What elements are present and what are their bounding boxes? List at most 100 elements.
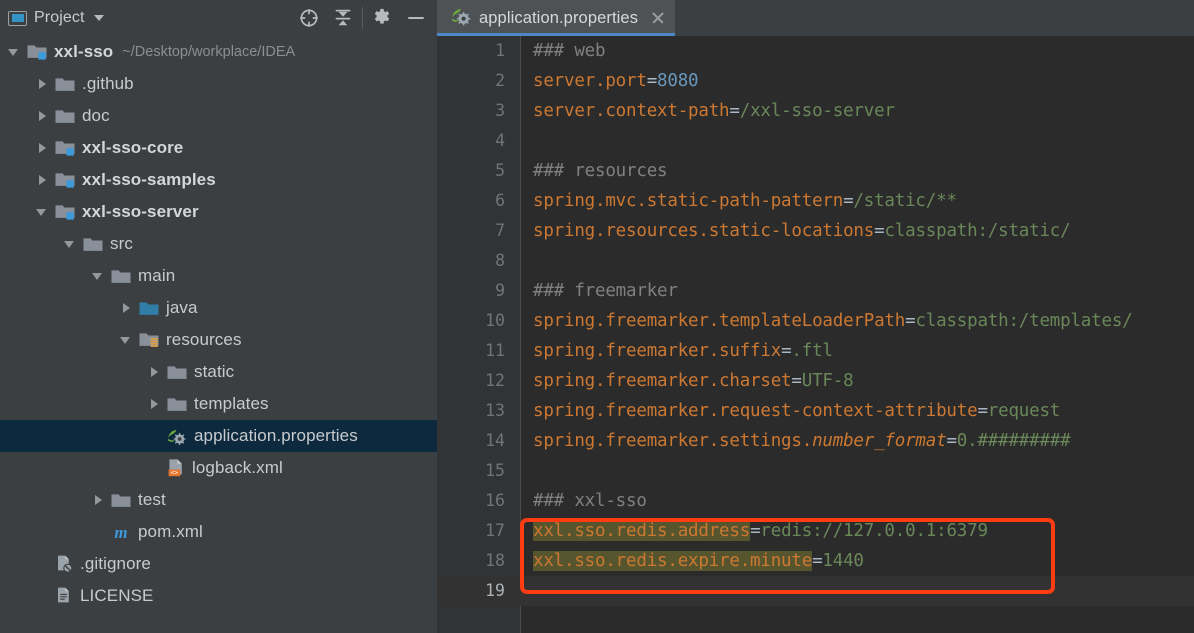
tree-row[interactable]: java xyxy=(0,292,437,324)
line-number: 17 xyxy=(485,521,505,540)
line-number: 15 xyxy=(485,461,505,480)
tree-row-selected[interactable]: application.properties xyxy=(0,420,437,452)
tree-item-label: resources xyxy=(166,330,242,349)
line-number: 9 xyxy=(495,281,505,300)
tree-row[interactable]: m pom.xml xyxy=(0,516,437,548)
project-tree[interactable]: xxl-sso ~/Desktop/workplace/IDEA .github do… xyxy=(0,36,437,633)
code-token: = xyxy=(977,401,988,421)
folder-icon xyxy=(82,235,104,253)
twisty-open-icon[interactable] xyxy=(36,206,49,219)
code-editor[interactable]: 1 ### web 2 server.port=8080 3 server.context… xyxy=(437,36,1194,633)
spring-properties-icon xyxy=(449,5,471,32)
editor-line[interactable]: 16 ### xxl-sso xyxy=(437,486,1194,516)
editor-line[interactable]: 8 xyxy=(437,246,1194,276)
twisty-open-icon[interactable] xyxy=(120,334,133,347)
editor-line[interactable]: 18 xxl.sso.redis.expire.minute=1440 xyxy=(437,546,1194,576)
tree-item-label: application.properties xyxy=(194,426,358,445)
editor-line[interactable]: 2 server.port=8080 xyxy=(437,66,1194,96)
editor-line[interactable]: 5 ### resources xyxy=(437,156,1194,186)
twisty-closed-icon[interactable] xyxy=(36,78,49,91)
twisty-closed-icon[interactable] xyxy=(36,142,49,155)
tree-item-label: LICENSE xyxy=(80,586,154,605)
code-token: .ftl xyxy=(791,341,833,361)
line-number: 4 xyxy=(495,131,505,150)
twisty-closed-icon[interactable] xyxy=(148,398,161,411)
tree-row[interactable]: .github xyxy=(0,68,437,100)
editor-line[interactable]: 19 xyxy=(437,576,1194,606)
select-opened-file-icon[interactable] xyxy=(292,1,326,35)
folder-icon xyxy=(110,491,132,509)
tree-row[interactable]: .gitignore xyxy=(0,548,437,580)
twisty-closed-icon[interactable] xyxy=(36,110,49,123)
tree-row[interactable]: test xyxy=(0,484,437,516)
maven-icon: m xyxy=(110,522,132,542)
code-token: UTF-8 xyxy=(801,371,854,391)
tree-row[interactable]: xxl-sso-server xyxy=(0,196,437,228)
twisty-closed-icon[interactable] xyxy=(92,494,105,507)
editor-line[interactable]: 7 spring.resources.static-locations=class… xyxy=(437,216,1194,246)
editor-line[interactable]: 14 spring.freemarker.settings.number_form… xyxy=(437,426,1194,456)
editor-line[interactable]: 15 xyxy=(437,456,1194,486)
editor-line[interactable]: 9 ### freemarker xyxy=(437,276,1194,306)
editor-line[interactable]: 13 spring.freemarker.request-context-attr… xyxy=(437,396,1194,426)
tree-item-label: java xyxy=(166,298,198,317)
tree-row[interactable]: src xyxy=(0,228,437,260)
editor-lines: 1 ### web 2 server.port=8080 3 server.context… xyxy=(437,36,1194,633)
tree-row[interactable]: doc xyxy=(0,100,437,132)
editor-line[interactable]: 1 ### web xyxy=(437,36,1194,66)
code-token: /static/** xyxy=(853,191,957,211)
editor-line[interactable]: 17 xxl.sso.redis.address=redis://127.0.0.… xyxy=(437,516,1194,546)
folder-icon xyxy=(54,75,76,93)
twisty-closed-icon[interactable] xyxy=(148,366,161,379)
gear-icon[interactable] xyxy=(365,1,399,35)
code-token: = xyxy=(812,551,823,571)
tab-application-properties[interactable]: application.properties xyxy=(437,0,676,36)
tree-row[interactable]: <> logback.xml xyxy=(0,452,437,484)
tree-row[interactable]: templates xyxy=(0,388,437,420)
code-token: number_format xyxy=(812,431,947,451)
line-number: 18 xyxy=(485,551,505,570)
line-code: spring.freemarker.settings.number_format… xyxy=(533,426,1071,456)
editor-line[interactable]: 11 spring.freemarker.suffix=.ftl xyxy=(437,336,1194,366)
code-token: ### xxl-sso xyxy=(533,491,647,511)
tree-item-label: test xyxy=(138,490,166,509)
folder-icon xyxy=(54,107,76,125)
code-token: spring.freemarker.charset xyxy=(533,371,792,391)
code-token: classpath:/templates/ xyxy=(915,311,1133,331)
code-token: server.port xyxy=(533,71,647,91)
editor-line[interactable]: 10 spring.freemarker.templateLoaderPath=c… xyxy=(437,306,1194,336)
editor-line[interactable]: 4 xyxy=(437,126,1194,156)
twisty-open-icon[interactable] xyxy=(64,238,77,251)
editor-line[interactable]: 3 server.context-path=/xxl-sso-server xyxy=(437,96,1194,126)
line-code: xxl.sso.redis.expire.minute=1440 xyxy=(533,546,864,576)
code-token: ### web xyxy=(533,41,606,61)
tree-item-label: static xyxy=(194,362,235,381)
twisty-open-icon[interactable] xyxy=(92,270,105,283)
project-toolwindow-header: Project xyxy=(0,0,437,36)
tree-row[interactable]: xxl-sso-core xyxy=(0,132,437,164)
minimize-icon[interactable] xyxy=(399,1,433,35)
editor-line[interactable]: 6 spring.mvc.static-path-pattern=/static/… xyxy=(437,186,1194,216)
tree-row[interactable]: LICENSE xyxy=(0,580,437,612)
folder-icon xyxy=(166,363,188,381)
twisty-closed-icon[interactable] xyxy=(120,302,133,315)
close-icon[interactable] xyxy=(650,10,666,26)
twisty-open-icon[interactable] xyxy=(8,46,21,59)
tree-item-label: .gitignore xyxy=(80,554,151,573)
line-code: server.port=8080 xyxy=(533,66,699,96)
tree-row[interactable]: resources xyxy=(0,324,437,356)
tree-row[interactable]: main xyxy=(0,260,437,292)
line-number: 13 xyxy=(485,401,505,420)
tree-row[interactable]: xxl-sso ~/Desktop/workplace/IDEA xyxy=(0,36,437,68)
source-folder-icon xyxy=(138,299,160,317)
tree-row[interactable]: static xyxy=(0,356,437,388)
collapse-all-icon[interactable] xyxy=(326,1,360,35)
tree-item-label: xxl-sso-core xyxy=(82,138,184,157)
tree-item-label: logback.xml xyxy=(192,458,283,477)
twisty-closed-icon[interactable] xyxy=(36,174,49,187)
editor-line[interactable]: 12 spring.freemarker.charset=UTF-8 xyxy=(437,366,1194,396)
code-token: = xyxy=(750,521,761,541)
tree-row[interactable]: xxl-sso-samples xyxy=(0,164,437,196)
line-number: 1 xyxy=(495,41,505,60)
chevron-down-icon[interactable] xyxy=(93,15,104,21)
